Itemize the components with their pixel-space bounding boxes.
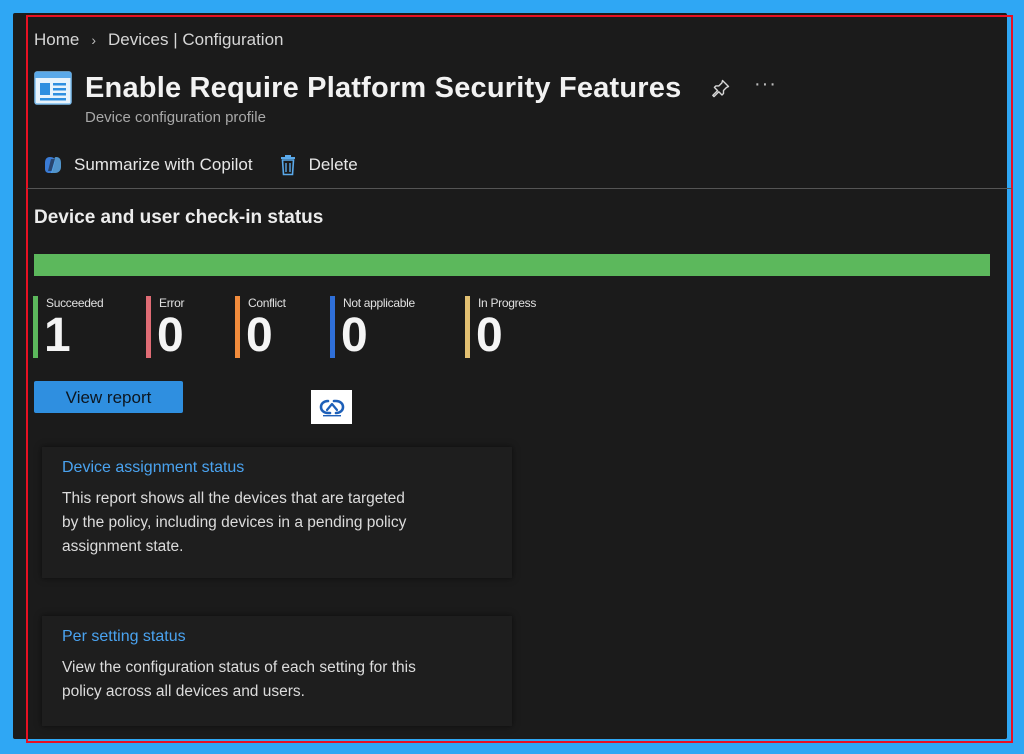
page-subtitle: Device configuration profile: [85, 109, 266, 126]
report-card-title[interactable]: Device assignment status: [62, 459, 492, 477]
title-actions: ···: [709, 73, 777, 100]
breadcrumb-devices-configuration[interactable]: Devices | Configuration: [108, 30, 283, 50]
title-row: Enable Require Platform Security Feature…: [33, 70, 777, 106]
stat-color-bar: [146, 296, 151, 358]
stat-in-progress: In Progress 0: [465, 296, 575, 362]
report-card-description: This report shows all the devices that a…: [62, 490, 407, 555]
configuration-profile-icon: [33, 70, 73, 106]
stat-label: Error: [159, 296, 185, 310]
pin-icon[interactable]: [709, 76, 733, 100]
stat-not-applicable: Not applicable 0: [330, 296, 465, 362]
stat-label: Not applicable: [343, 296, 415, 310]
delete-button[interactable]: Delete: [275, 152, 358, 178]
chevron-right-icon: ›: [91, 32, 97, 48]
stat-label: Succeeded: [46, 296, 104, 310]
checkin-status-bar: [34, 254, 990, 276]
trash-icon: [275, 152, 301, 178]
summarize-with-copilot-label: Summarize with Copilot: [74, 155, 253, 174]
stat-color-bar: [465, 296, 470, 358]
stat-label: Conflict: [248, 296, 286, 310]
more-icon[interactable]: ···: [753, 73, 777, 100]
checkin-status-title: Device and user check-in status: [34, 207, 324, 228]
copilot-icon: [40, 152, 66, 178]
header-divider: [27, 188, 1012, 189]
report-card-device-assignment-status[interactable]: Device assignment status This report sho…: [42, 447, 512, 578]
report-card-description: View the configuration status of each se…: [62, 659, 416, 700]
stat-value: 0: [341, 309, 368, 362]
delete-label: Delete: [308, 155, 358, 174]
breadcrumb-home[interactable]: Home: [34, 30, 79, 50]
stat-value: 1: [44, 309, 71, 362]
page-title: Enable Require Platform Security Feature…: [85, 72, 682, 104]
report-card-per-setting-status[interactable]: Per setting status View the configuratio…: [42, 616, 512, 726]
command-bar: Summarize with Copilot Delete: [40, 152, 380, 178]
breadcrumb: Home › Devices | Configuration: [34, 30, 283, 50]
stat-error: Error 0: [146, 296, 235, 362]
watermark-logo: [311, 390, 352, 424]
stat-color-bar: [235, 296, 240, 358]
stat-value: 0: [246, 309, 273, 362]
stat-color-bar: [330, 296, 335, 358]
stat-conflict: Conflict 0: [235, 296, 330, 362]
summarize-with-copilot-button[interactable]: Summarize with Copilot: [40, 152, 253, 178]
stat-color-bar: [33, 296, 38, 358]
stat-succeeded: Succeeded 1: [33, 296, 146, 362]
stat-label: In Progress: [478, 296, 537, 310]
checkin-stats: Succeeded 1 Error 0 Conflict 0 Not appli…: [33, 296, 575, 362]
report-card-title[interactable]: Per setting status: [62, 628, 492, 646]
checkin-status-bar-succeeded: [34, 254, 990, 276]
stat-value: 0: [476, 309, 503, 362]
view-report-button[interactable]: View report: [34, 381, 183, 413]
stat-value: 0: [157, 309, 184, 362]
